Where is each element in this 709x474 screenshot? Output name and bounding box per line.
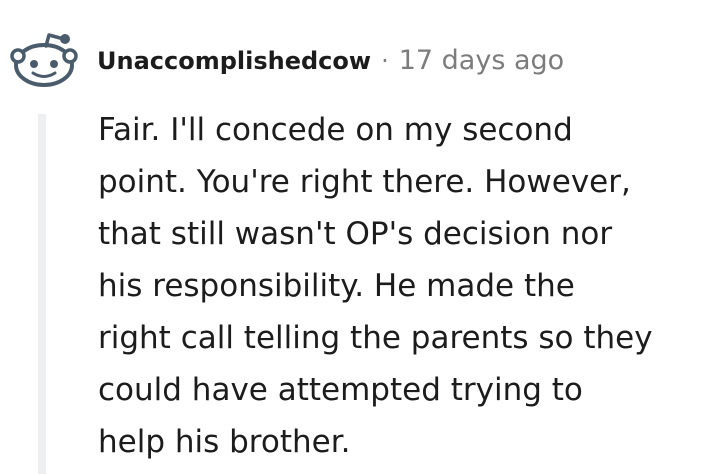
reddit-snoo-avatar-icon — [10, 33, 78, 87]
comment-header: Unaccomplishedcow · 17 days ago — [8, 32, 564, 90]
thread-collapse-line[interactable] — [38, 114, 46, 474]
username-link[interactable]: Unaccomplishedcow — [97, 46, 371, 76]
timestamp-link[interactable]: 17 days ago — [399, 46, 564, 76]
avatar[interactable] — [8, 32, 78, 90]
meta-separator: · — [381, 47, 389, 75]
comment-body: Fair. I'll concede on my second point. Y… — [98, 112, 653, 460]
comment: Unaccomplishedcow · 17 days ago Fair. I'… — [0, 0, 709, 474]
comment-meta: Unaccomplishedcow · 17 days ago — [97, 46, 564, 76]
